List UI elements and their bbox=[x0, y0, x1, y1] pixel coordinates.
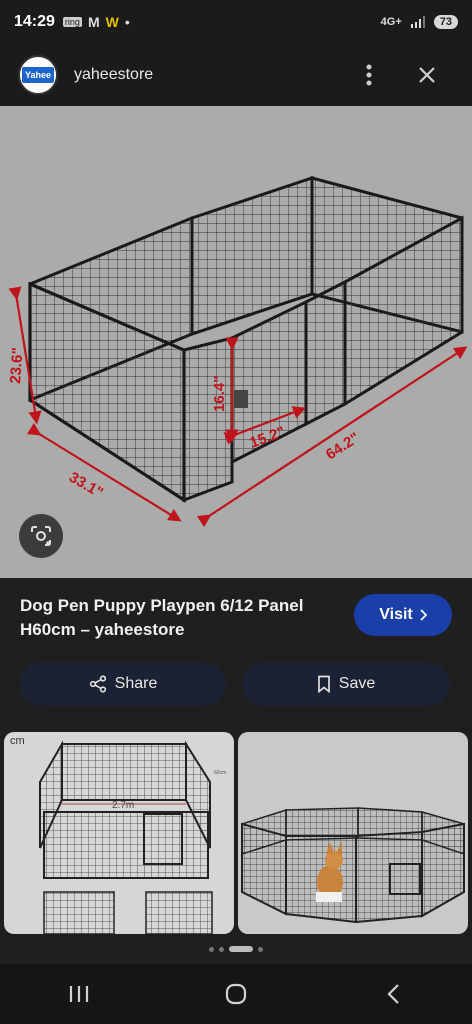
playpen-illustration: 23.6" 16.4" 15.2" 33.1" 64.2" bbox=[7, 175, 468, 528]
dim-depth: 33.1" bbox=[66, 469, 106, 502]
more-options-button[interactable] bbox=[354, 60, 384, 90]
home-icon bbox=[225, 983, 247, 1005]
page-dot bbox=[258, 946, 263, 952]
result-title[interactable]: Dog Pen Puppy Playpen 6/12 Panel H60cm –… bbox=[20, 594, 340, 642]
more-notifications-dot: • bbox=[124, 14, 130, 30]
bookmark-icon bbox=[317, 675, 330, 693]
gmail-notification-icon: M bbox=[87, 14, 100, 30]
pagination-dots bbox=[0, 934, 472, 964]
chevron-right-icon bbox=[420, 609, 427, 621]
thumb-length-label: 2.7m bbox=[112, 800, 134, 811]
page-dot bbox=[219, 946, 224, 952]
battery-level: 73 bbox=[433, 15, 458, 29]
status-bar: 14:29 ring M W • 4G+ 73 bbox=[0, 0, 472, 44]
recents-icon bbox=[69, 986, 88, 1002]
share-icon bbox=[89, 675, 106, 693]
back-icon bbox=[387, 984, 400, 1004]
share-button[interactable]: Share bbox=[20, 662, 226, 706]
dim-length: 64.2" bbox=[323, 429, 363, 463]
more-vert-icon bbox=[366, 64, 372, 86]
door-latch bbox=[234, 390, 248, 408]
main-product-image[interactable]: 23.6" 16.4" 15.2" 33.1" 64.2" bbox=[0, 106, 472, 578]
share-label: Share bbox=[114, 675, 158, 692]
related-image-2[interactable] bbox=[238, 732, 468, 934]
signal-icon bbox=[410, 16, 425, 28]
close-icon bbox=[419, 67, 435, 83]
thumb-cm-label: cm bbox=[10, 735, 25, 747]
close-button[interactable] bbox=[412, 60, 442, 90]
system-nav-bar bbox=[0, 964, 472, 1024]
network-type-label: 4G+ bbox=[380, 16, 402, 28]
home-button[interactable] bbox=[206, 974, 266, 1014]
visit-button[interactable]: Visit bbox=[354, 594, 452, 636]
status-time: 14:29 bbox=[14, 13, 55, 30]
related-image-1[interactable]: cm 2.7m 60cm bbox=[4, 732, 234, 934]
visit-label: Visit bbox=[379, 606, 413, 623]
site-logo-text: Yahee bbox=[21, 67, 55, 83]
dim-height: 23.6" bbox=[7, 347, 26, 384]
lens-icon bbox=[31, 526, 51, 546]
page-dot bbox=[209, 946, 214, 952]
result-info: Dog Pen Puppy Playpen 6/12 Panel H60cm –… bbox=[0, 578, 472, 730]
save-label: Save bbox=[338, 675, 376, 692]
result-header: Yahee yaheestore bbox=[0, 44, 472, 106]
save-button[interactable]: Save bbox=[242, 662, 450, 706]
thumb-height-label: 60cm bbox=[214, 770, 226, 776]
playpen-dimensions-thumbnail: cm 2.7m 60cm bbox=[10, 735, 226, 934]
dim-door-height: 16.4" bbox=[211, 376, 228, 412]
octagon-playpen-thumbnail bbox=[241, 807, 465, 924]
lens-search-button[interactable] bbox=[19, 514, 63, 558]
status-right: 4G+ 73 bbox=[381, 15, 458, 29]
site-name[interactable]: yaheestore bbox=[74, 66, 153, 84]
site-logo[interactable]: Yahee bbox=[18, 55, 58, 95]
wise-notification-icon: W bbox=[105, 14, 119, 30]
page-dot-active bbox=[229, 946, 253, 952]
ring-notification-icon: ring bbox=[62, 17, 82, 27]
back-button[interactable] bbox=[363, 974, 423, 1014]
recent-apps-button[interactable] bbox=[49, 974, 109, 1014]
